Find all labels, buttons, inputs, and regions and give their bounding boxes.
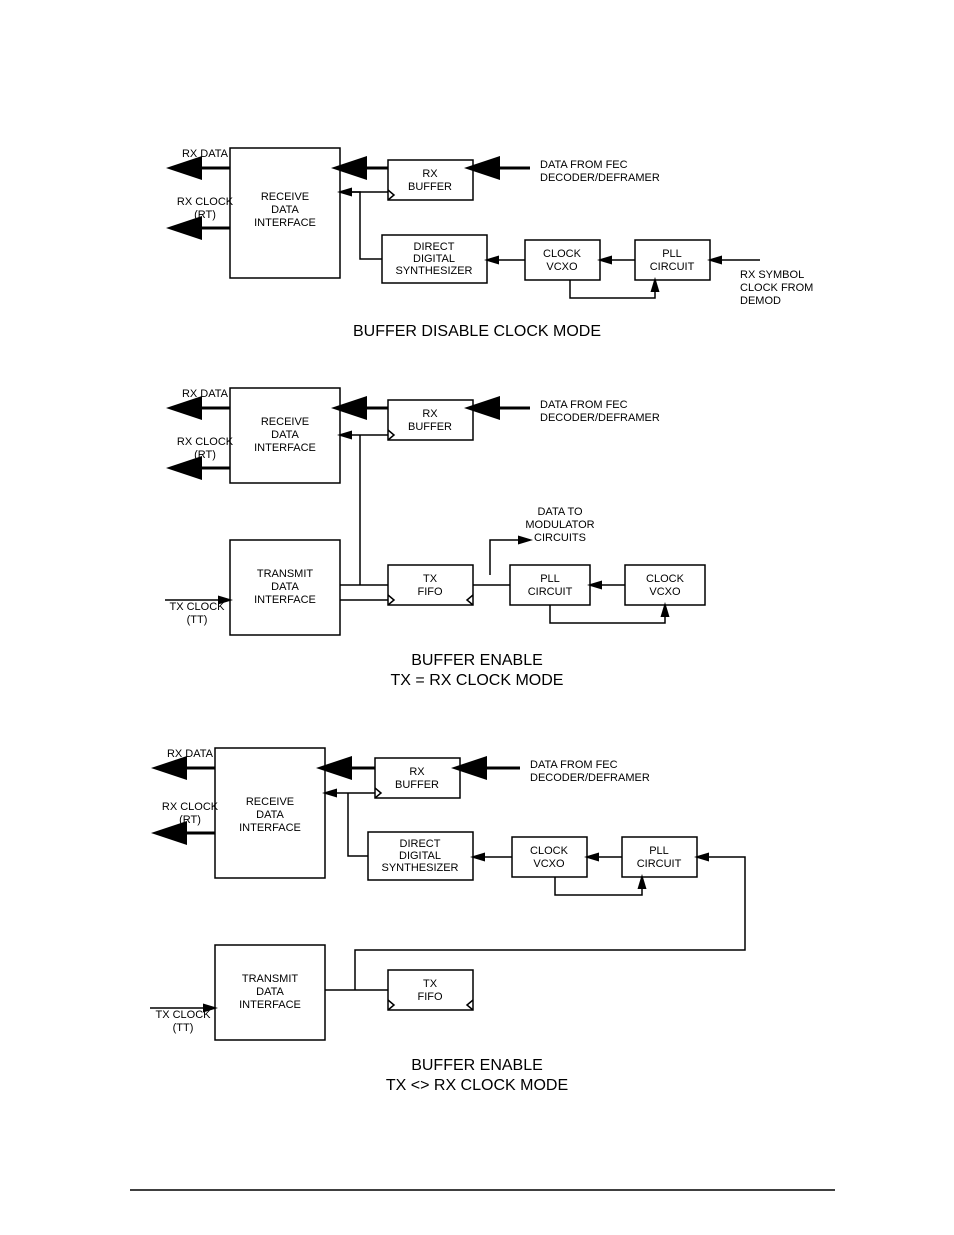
rxbuf-block2 <box>388 400 473 440</box>
txf-l2: FIFO <box>417 586 442 598</box>
dm-l1: DATA TO <box>537 506 582 518</box>
tt-l3: (TT) <box>173 1022 194 1034</box>
rdi-l2: DATA <box>271 429 299 441</box>
clk2-l1: CLOCK <box>646 573 685 585</box>
diagram-buffer-enable-txeqrx: RECEIVE DATA INTERFACE RX DATA RX CLOCK … <box>165 388 705 689</box>
rt-l: (RT) <box>194 449 216 461</box>
rxbuf3-l1: RX <box>409 766 425 778</box>
dm-l3: CIRCUITS <box>534 532 586 544</box>
vcxo-block2 <box>625 565 705 605</box>
rxbuf-l2: BUFFER <box>408 181 452 193</box>
txclock-l: TX CLOCK <box>169 601 225 613</box>
pll-block <box>635 240 710 280</box>
dm-l2: MODULATOR <box>525 519 594 531</box>
rdi-l1: RECEIVE <box>261 416 309 428</box>
pll-l1: PLL <box>662 248 682 260</box>
rxdata-l3: RX DATA <box>167 748 214 760</box>
clk-l1: CLOCK <box>543 248 582 260</box>
dds3-l3: SYNTHESIZER <box>381 862 458 874</box>
txf3-l1: TX <box>423 978 438 990</box>
rdi3-l3: INTERFACE <box>239 822 301 834</box>
rxbuf3-l2: BUFFER <box>395 779 439 791</box>
title2a: BUFFER ENABLE <box>411 652 543 669</box>
pll3-l2: CIRCUIT <box>637 858 682 870</box>
rs-l2: CLOCK FROM <box>740 282 813 294</box>
rxclock-l3: RX CLOCK <box>162 801 219 813</box>
rdi3-l1: RECEIVE <box>246 796 294 808</box>
pll2-l1: PLL <box>540 573 560 585</box>
pll-vcxo-fb2 <box>550 605 665 623</box>
fec-l2: DECODER/DEFRAMER <box>540 172 660 184</box>
rdi-label1: RECEIVE <box>261 191 309 203</box>
tdi-l3: INTERFACE <box>254 594 316 606</box>
txf3-l2: FIFO <box>417 991 442 1003</box>
txf-l1: TX <box>423 573 438 585</box>
rxbuf2-l2: BUFFER <box>408 421 452 433</box>
dds-l2: DIGITAL <box>413 253 455 265</box>
dds3-l2: DIGITAL <box>399 850 441 862</box>
diagram-canvas: RECEIVE DATA INTERFACE RX DATA RX CLOCK … <box>0 0 954 1235</box>
title1: BUFFER DISABLE CLOCK MODE <box>353 323 601 340</box>
fec3-l1: DATA FROM FEC <box>530 759 618 771</box>
dds-to-rdi3 <box>348 793 368 856</box>
rdi-l3: INTERFACE <box>254 442 316 454</box>
rxbuf2-l1: RX <box>422 408 438 420</box>
dds-l3: SYNTHESIZER <box>395 265 472 277</box>
tdi-l2: DATA <box>271 581 299 593</box>
pll-l2: CIRCUIT <box>650 261 695 273</box>
tdi-l1: TRANSMIT <box>257 568 314 580</box>
diagram-buffer-disable: RECEIVE DATA INTERFACE RX DATA RX CLOCK … <box>175 148 813 340</box>
fec2-l1: DATA FROM FEC <box>540 399 628 411</box>
rxbuf-block3 <box>375 758 460 798</box>
clock-vcxo-block <box>525 240 600 280</box>
tdi3-l2: DATA <box>256 986 284 998</box>
rs-l1: RX SYMBOL <box>740 269 804 281</box>
clk2-l2: VCXO <box>649 586 681 598</box>
rdi3-l2: DATA <box>256 809 284 821</box>
vcxo-block3 <box>512 837 587 877</box>
vcxo-pll-fb3 <box>555 877 642 895</box>
vcxo-pll-feedback <box>570 280 655 298</box>
title3b: TX <> RX CLOCK MODE <box>386 1077 568 1094</box>
rt-l3: (RT) <box>179 814 201 826</box>
fec3-l2: DECODER/DEFRAMER <box>530 772 650 784</box>
title3a: BUFFER ENABLE <box>411 1057 543 1074</box>
rxbuf-l1: RX <box>422 168 438 180</box>
txclock-l3: TX CLOCK <box>155 1009 211 1021</box>
pll-block2 <box>510 565 590 605</box>
clk3-l1: CLOCK <box>530 845 569 857</box>
tt-l: (TT) <box>187 614 208 626</box>
fec2-l2: DECODER/DEFRAMER <box>540 412 660 424</box>
txfifo-block3 <box>388 970 473 1010</box>
tdi3-l3: INTERFACE <box>239 999 301 1011</box>
rdi-label3: INTERFACE <box>254 217 316 229</box>
diagram-buffer-enable-txnerx: RECEIVE DATA INTERFACE RX DATA RX CLOCK … <box>150 748 745 1094</box>
rxdata-label: RX DATA <box>182 148 229 160</box>
dds3-l1: DIRECT <box>400 838 441 850</box>
rxclock-label: RX CLOCK <box>177 196 234 208</box>
pll2-l2: CIRCUIT <box>528 586 573 598</box>
pll-block3 <box>622 837 697 877</box>
fec-l1: DATA FROM FEC <box>540 159 628 171</box>
rxclock-l: RX CLOCK <box>177 436 234 448</box>
tdi3-l1: TRANSMIT <box>242 973 299 985</box>
title2b: TX = RX CLOCK MODE <box>391 672 564 689</box>
rx-buffer-block <box>388 160 473 200</box>
rxdata-l: RX DATA <box>182 388 229 400</box>
dds-l1: DIRECT <box>414 241 455 253</box>
rs-l3: DEMOD <box>740 295 781 307</box>
txfifo-block <box>388 565 473 605</box>
clk3-l2: VCXO <box>533 858 565 870</box>
pll3-l1: PLL <box>649 845 669 857</box>
rt-label: (RT) <box>194 209 216 221</box>
dds-to-rdi <box>340 192 382 259</box>
rdi-label2: DATA <box>271 204 299 216</box>
clk-l2: VCXO <box>546 261 578 273</box>
